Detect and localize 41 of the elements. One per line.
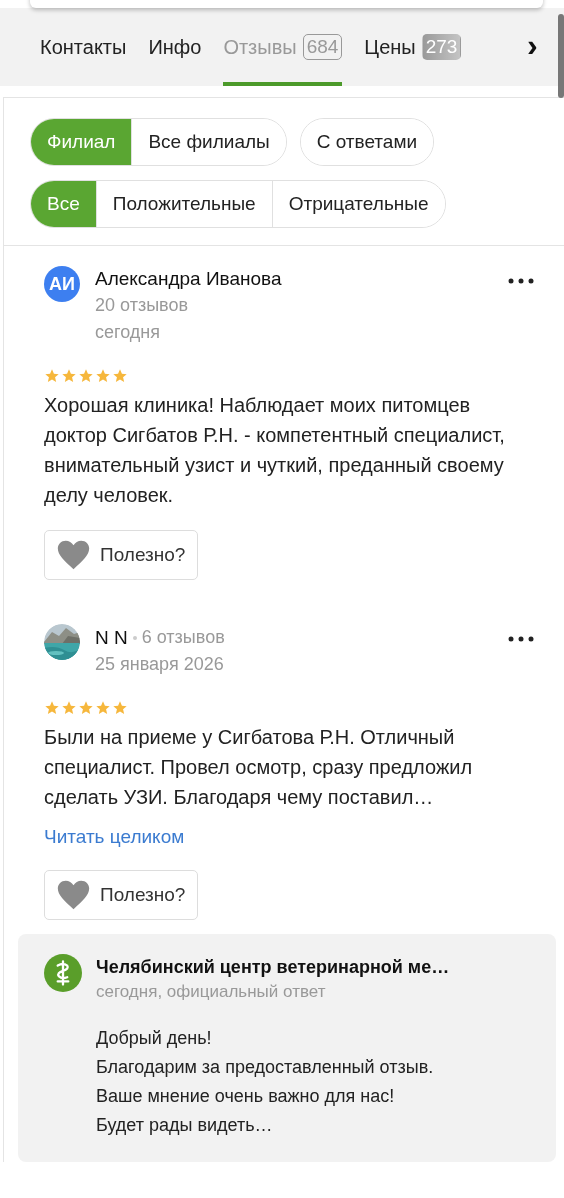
filter-chip[interactable]: Отрицательные (271, 181, 445, 227)
author-name[interactable]: Александра Иванова (95, 266, 282, 292)
count-badge: 684 (302, 34, 343, 60)
tab[interactable]: Контакты (40, 8, 127, 86)
filter-chip[interactable]: Все филиалы (131, 119, 286, 165)
separator-dot (132, 635, 137, 640)
clinic-logo-icon[interactable] (44, 954, 82, 992)
reply-meta: сегодня, официальный ответ (96, 981, 327, 1003)
star-icon (44, 700, 60, 716)
star-icon (78, 700, 94, 716)
star-icon (61, 700, 77, 716)
scrollbar[interactable] (558, 14, 564, 98)
more-icon[interactable] (508, 636, 534, 642)
review-text: Были на приеме у Сигбатова Р.Н. Отличный специалист. Провел осмотр, сразу предложил сделать УЗИ. Благодаря чему поставил… (44, 725, 474, 810)
read-more-link[interactable]: Читать целиком (44, 824, 185, 850)
tab[interactable]: Цены 273 (364, 8, 462, 86)
star-icon (95, 368, 111, 384)
star-icon (61, 368, 77, 384)
author-name[interactable]: N N (95, 624, 128, 651)
review-date: 25 января 2026 (95, 653, 225, 676)
star-icon (95, 700, 111, 716)
review-date: сегодня (95, 321, 161, 344)
star-icon (78, 368, 94, 384)
heart-icon (57, 540, 90, 570)
count-badge: 273 (421, 34, 462, 60)
review-text: Хорошая клиника! Наблюдает моих питомцев доктор Сигбатов Р.Н. - компетентный специалист, внимательный узист и чуткий, преданный своему делу человек. (44, 393, 506, 508)
helpful-button[interactable]: Полезно? (44, 530, 199, 580)
filter-chip[interactable]: С ответами (300, 119, 434, 165)
helpful-button[interactable]: Полезно? (44, 870, 199, 920)
reply-text: Добрый день! Благодарим за предоставленный отзыв. Ваше мнение очень важно для нас! Будет рады видеть… (96, 1027, 435, 1137)
clinic-name[interactable]: Челябинский центр ветеринарной ме… (96, 954, 450, 980)
star-icon (112, 368, 128, 384)
more-icon[interactable] (508, 278, 534, 284)
chevron-icon[interactable]: › (527, 29, 538, 61)
avatar[interactable]: АИ (44, 266, 80, 302)
star-icon (44, 368, 60, 384)
review-count: 20 отзывов (95, 294, 189, 317)
review-count: 6 отзывов (141, 626, 225, 649)
star-icon (112, 700, 128, 716)
heart-icon (57, 880, 90, 910)
tab[interactable]: Инфо (148, 8, 202, 86)
